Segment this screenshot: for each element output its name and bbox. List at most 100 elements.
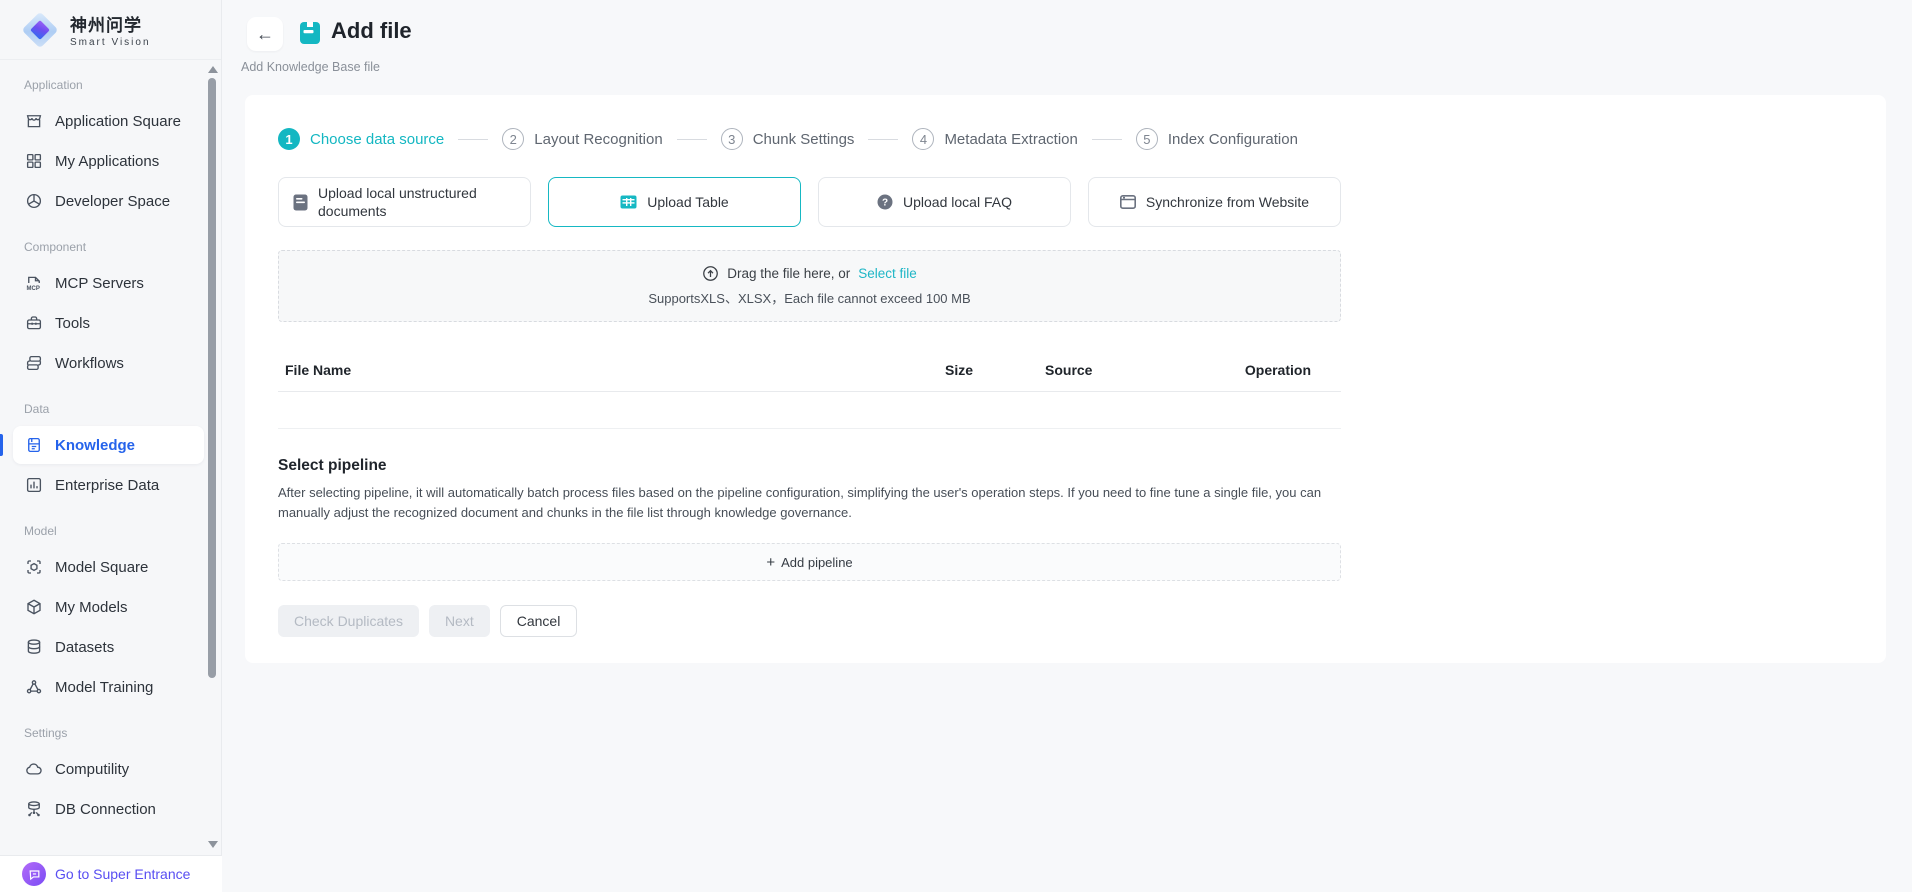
model-square-icon [24, 557, 44, 577]
scroll-up-icon[interactable] [208, 66, 218, 73]
step-connector [677, 139, 707, 140]
file-dropzone[interactable]: Drag the file here, or Select file Suppo… [278, 250, 1341, 322]
section-label-settings: Settings [0, 708, 221, 748]
column-size: Size [945, 362, 1045, 378]
section-label-component: Component [0, 222, 221, 262]
step-number: 4 [912, 128, 934, 150]
document-icon [293, 194, 308, 211]
sidebar-item-db-connection[interactable]: DB Connection [13, 790, 204, 828]
bar-chart-icon [24, 475, 44, 495]
tab-label: Synchronize from Website [1146, 193, 1309, 211]
step-metadata-extraction: 4 Metadata Extraction [912, 128, 1077, 150]
cloud-icon [24, 759, 44, 779]
scrollbar-thumb[interactable] [208, 78, 216, 678]
action-buttons: Check Duplicates Next Cancel [278, 605, 1341, 637]
tab-label: Upload Table [647, 193, 728, 211]
tab-label: Upload local FAQ [903, 193, 1012, 211]
sidebar-item-application-square[interactable]: Application Square [13, 102, 204, 140]
sidebar-item-workflows[interactable]: Workflows [13, 344, 204, 382]
db-connection-icon [24, 799, 44, 819]
faq-icon: ? [877, 194, 893, 210]
add-pipeline-label: Add pipeline [781, 555, 853, 570]
database-icon [24, 637, 44, 657]
dropzone-text: Drag the file here, or [727, 266, 850, 281]
sidebar-item-model-square[interactable]: Model Square [13, 548, 204, 586]
column-file-name: File Name [278, 362, 945, 378]
active-indicator [0, 434, 3, 456]
step-connector [868, 139, 898, 140]
step-label: Metadata Extraction [944, 131, 1077, 148]
add-file-icon [299, 21, 321, 45]
add-pipeline-button[interactable]: + Add pipeline [278, 543, 1341, 581]
super-entrance-icon [22, 862, 46, 886]
tab-upload-table[interactable]: Upload Table [548, 177, 801, 227]
main-content: ← Add file Add Knowledge Base file 1 Cho… [223, 0, 1912, 892]
step-label: Layout Recognition [534, 131, 662, 148]
super-entrance-label: Go to Super Entrance [55, 866, 190, 882]
sidebar-item-label: Datasets [55, 639, 114, 656]
page-title: Add file [331, 18, 412, 44]
sidebar-item-datasets[interactable]: Datasets [13, 628, 204, 666]
dropzone-hint: SupportsXLS、XLSX，Each file cannot exceed… [648, 288, 970, 307]
brand-gem-icon [20, 10, 60, 50]
tab-synchronize-from-website[interactable]: Synchronize from Website [1088, 177, 1341, 227]
back-button[interactable]: ← [247, 17, 283, 51]
table-icon [620, 195, 637, 209]
step-index-configuration: 5 Index Configuration [1136, 128, 1298, 150]
sidebar-item-label: Application Square [55, 113, 181, 130]
sidebar-item-my-models[interactable]: My Models [13, 588, 204, 626]
toolbox-icon [24, 313, 44, 333]
sidebar-item-label: My Models [55, 599, 128, 616]
section-label-data: Data [0, 384, 221, 424]
cancel-button[interactable]: Cancel [500, 605, 578, 637]
source-type-tabs: Upload local unstructured documents Uplo… [278, 177, 1341, 227]
grid-icon [24, 151, 44, 171]
sidebar-item-model-training[interactable]: Model Training [13, 668, 204, 706]
select-pipeline-description: After selecting pipeline, it will automa… [278, 483, 1341, 523]
tab-upload-local-faq[interactable]: ? Upload local FAQ [818, 177, 1071, 227]
step-number: 3 [721, 128, 743, 150]
select-file-link[interactable]: Select file [858, 266, 917, 281]
sidebar-item-label: Model Training [55, 679, 153, 696]
next-button[interactable]: Next [429, 605, 490, 637]
sidebar-item-label: MCP Servers [55, 275, 144, 292]
training-icon [24, 677, 44, 697]
file-table-header: File Name Size Source Operation [278, 348, 1341, 392]
step-layout-recognition: 2 Layout Recognition [502, 128, 662, 150]
breadcrumb: Add Knowledge Base file [241, 60, 380, 74]
tab-label: Upload local unstructured documents [318, 184, 516, 220]
sidebar-item-label: Developer Space [55, 193, 170, 210]
step-connector [1092, 139, 1122, 140]
check-duplicates-button[interactable]: Check Duplicates [278, 605, 419, 637]
knowledge-icon [24, 435, 44, 455]
sidebar-item-label: Model Square [55, 559, 148, 576]
compass-icon [24, 191, 44, 211]
step-number: 2 [502, 128, 524, 150]
go-to-super-entrance[interactable]: Go to Super Entrance [0, 855, 222, 892]
sidebar-item-label: Knowledge [55, 437, 135, 454]
sidebar-item-label: DB Connection [55, 801, 156, 818]
sidebar-item-label: Computility [55, 761, 129, 778]
sidebar-item-label: Tools [55, 315, 90, 332]
wizard-stepper: 1 Choose data source 2 Layout Recognitio… [278, 128, 1341, 150]
sidebar-scrollbar[interactable] [205, 62, 219, 852]
tab-upload-local-unstructured-documents[interactable]: Upload local unstructured documents [278, 177, 531, 227]
brand-logo: 神州问学 Smart Vision [0, 0, 221, 60]
sidebar-item-my-applications[interactable]: My Applications [13, 142, 204, 180]
sidebar-item-enterprise-data[interactable]: Enterprise Data [13, 466, 204, 504]
step-chunk-settings: 3 Chunk Settings [721, 128, 855, 150]
sidebar-item-developer-space[interactable]: Developer Space [13, 182, 204, 220]
sidebar-item-tools[interactable]: Tools [13, 304, 204, 342]
page-header: ← Add file Add Knowledge Base file [223, 0, 1912, 95]
step-choose-data-source: 1 Choose data source [278, 128, 444, 150]
plus-icon: + [766, 554, 775, 571]
sidebar-item-mcp-servers[interactable]: MCP MCP Servers [13, 264, 204, 302]
step-number: 5 [1136, 128, 1158, 150]
sidebar-item-label: My Applications [55, 153, 159, 170]
sidebar-item-computility[interactable]: Computility [13, 750, 204, 788]
scroll-down-icon[interactable] [208, 841, 218, 848]
step-label: Index Configuration [1168, 131, 1298, 148]
sidebar-item-knowledge[interactable]: Knowledge [13, 426, 204, 464]
section-label-model: Model [0, 506, 221, 546]
step-label: Choose data source [310, 131, 444, 148]
